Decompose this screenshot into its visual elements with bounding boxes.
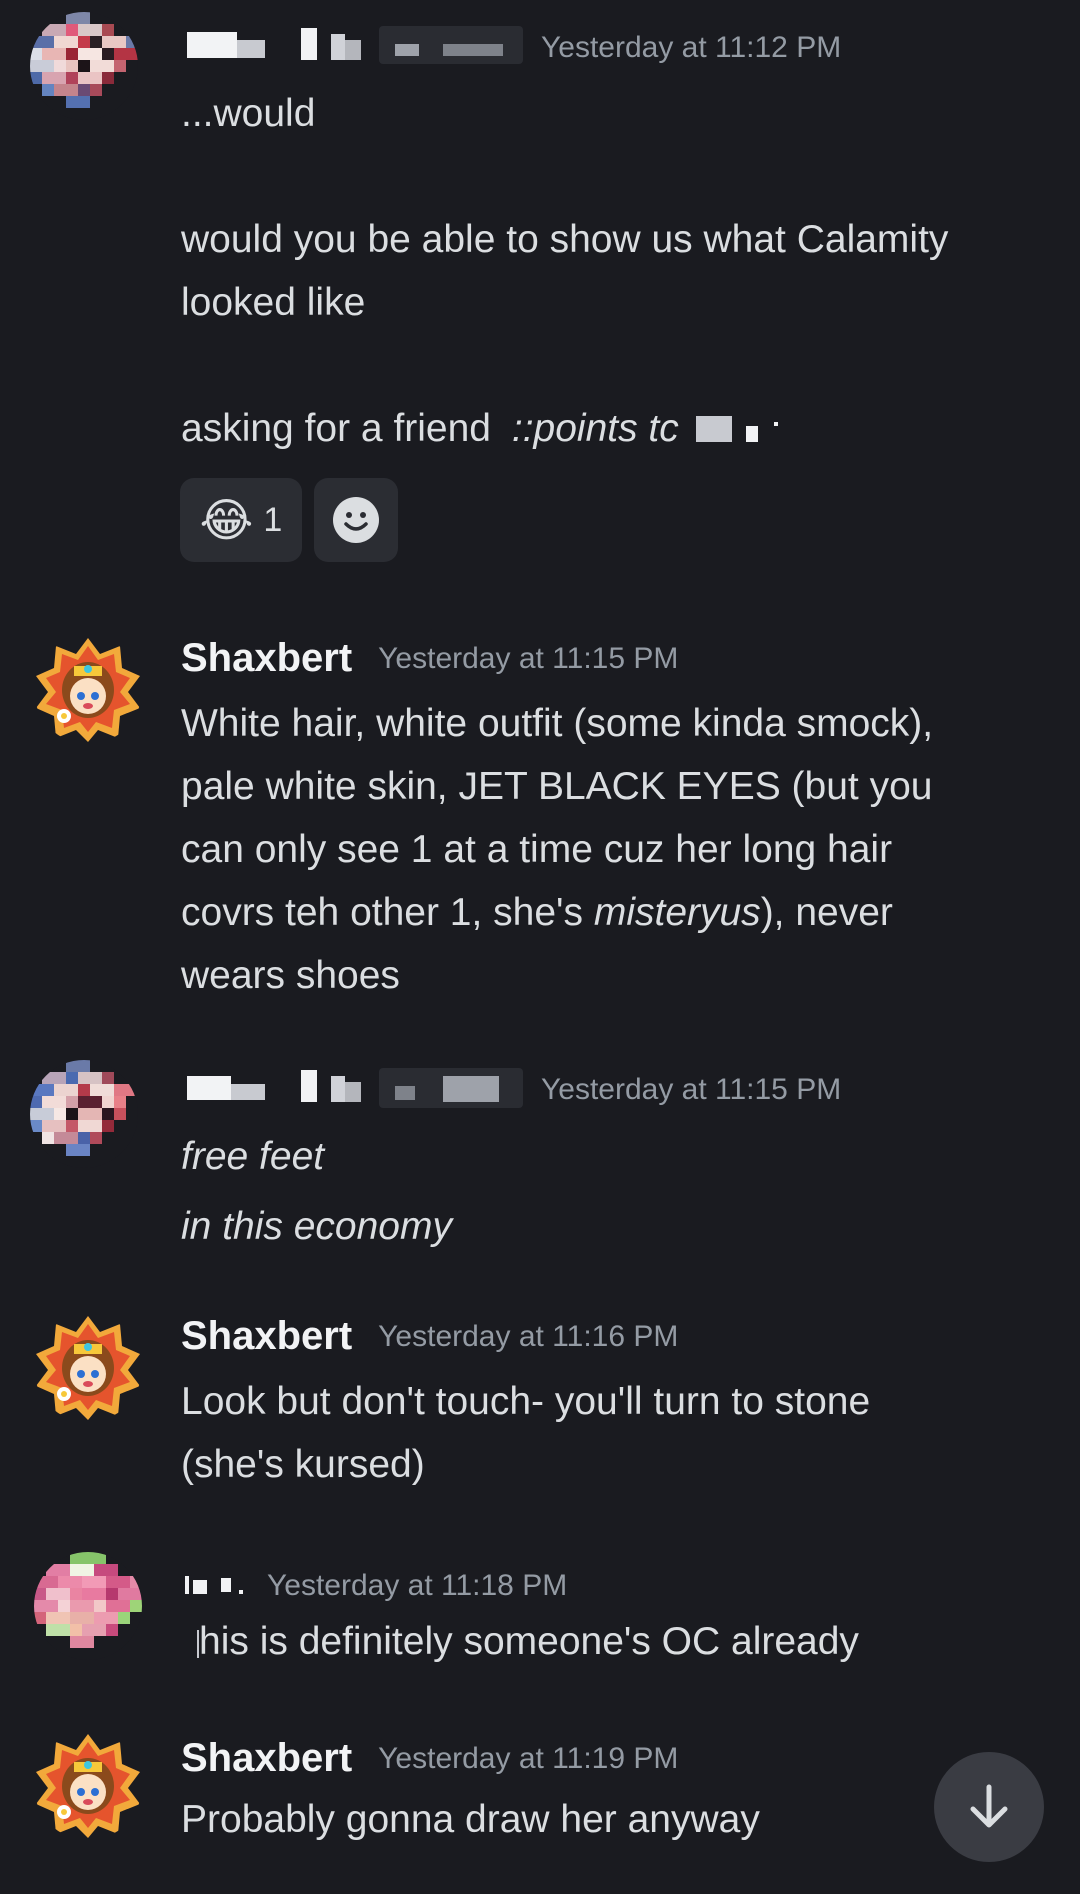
message-header: Shaxbert Yesterday at 11:15 PM <box>181 636 678 681</box>
message-line: wears shoes <box>181 954 400 997</box>
timestamp: Yesterday at 11:19 PM <box>378 1741 679 1775</box>
message-text: his is definitely someone's OC already <box>199 1620 859 1663</box>
add-reaction-button[interactable] <box>314 478 398 562</box>
timestamp: Yesterday at 11:15 PM <box>541 1073 842 1106</box>
message-line: ...would <box>181 92 316 135</box>
message-content: White hair, white outfit (some kinda smo… <box>181 692 1041 1007</box>
message-italic-text: ::points tc <box>511 407 679 450</box>
smiley-icon <box>332 496 380 544</box>
timestamp: Yesterday at 11:18 PM <box>267 1569 568 1602</box>
message-line: Probably gonna draw her anyway <box>181 1798 760 1841</box>
message-line: (she's kursed) <box>181 1443 425 1486</box>
timestamp: Yesterday at 11:12 PM <box>541 31 842 64</box>
message-line <box>181 145 1041 208</box>
arrow-down-icon <box>961 1779 1017 1835</box>
chat-log: Yesterday at 11:12 PM ...would would you… <box>0 0 1080 1894</box>
message-header: Yesterday at 11:18 PM <box>181 1564 567 1608</box>
message-line: can only see 1 at a time cuz her long ha… <box>181 828 893 871</box>
timestamp: Yesterday at 11:15 PM <box>378 641 679 675</box>
timestamp: Yesterday at 11:16 PM <box>378 1319 679 1353</box>
message-header: Yesterday at 11:12 PM <box>181 26 841 70</box>
message-line: in this economy <box>181 1205 452 1248</box>
message-line: covrs teh other 1, she's misteryus), nev… <box>181 881 1041 944</box>
avatar[interactable] <box>34 636 142 744</box>
message-line: Look but don't touch- you'll turn to sto… <box>181 1380 871 1423</box>
message-line <box>181 334 1041 397</box>
username-redacted[interactable] <box>181 26 523 70</box>
scroll-to-bottom-button[interactable] <box>934 1752 1044 1862</box>
avatar[interactable] <box>34 1314 142 1422</box>
message-line: pale white skin, JET BLACK EYES (but you <box>181 765 933 808</box>
message-header: Yesterday at 11:15 PM <box>181 1068 841 1112</box>
reaction-count: 1 <box>263 500 283 539</box>
laughing-emoji: 😂 <box>199 494 254 546</box>
message-content: free feet in this economy <box>181 1122 1041 1262</box>
username[interactable]: Shaxbert <box>181 1314 352 1359</box>
avatar[interactable] <box>34 1732 142 1840</box>
avatar[interactable] <box>30 12 138 120</box>
username-redacted[interactable] <box>181 1068 523 1112</box>
message-line: White hair, white outfit (some kinda smo… <box>181 702 934 745</box>
message-line: looked like <box>181 281 366 324</box>
message-content: Look but don't touch- you'll turn to sto… <box>181 1370 1041 1496</box>
message-content: Probably gonna draw her anyway <box>181 1788 1041 1851</box>
reaction-laughing[interactable]: 😂 1 <box>180 478 302 562</box>
message-text: covrs teh other 1, she's <box>181 891 594 934</box>
reactions-bar: 😂 1 <box>180 478 398 562</box>
redacted-mention[interactable] <box>690 415 790 446</box>
message-italic-text: misteryus <box>593 891 761 934</box>
username[interactable]: Shaxbert <box>181 636 352 681</box>
message-line: asking for a friend ::points tc <box>181 397 1041 460</box>
avatar[interactable] <box>30 1060 138 1168</box>
message-content: his is definitely someone's OC already <box>181 1610 1041 1673</box>
username[interactable]: Shaxbert <box>181 1736 352 1781</box>
message-content: ...would would you be able to show us wh… <box>181 82 1041 460</box>
avatar[interactable] <box>34 1552 142 1660</box>
message-line: free feet <box>181 1135 325 1178</box>
message-header: Shaxbert Yesterday at 11:19 PM <box>181 1736 678 1781</box>
message-line: would you be able to show us what Calami… <box>181 218 949 261</box>
username-redacted[interactable] <box>181 1564 245 1608</box>
message-header: Shaxbert Yesterday at 11:16 PM <box>181 1314 678 1359</box>
message-text: ), never <box>760 891 893 934</box>
message-line: his is definitely someone's OC already <box>181 1610 1041 1673</box>
message-text: asking for a friend <box>181 407 492 450</box>
redacted-text <box>181 1626 199 1662</box>
